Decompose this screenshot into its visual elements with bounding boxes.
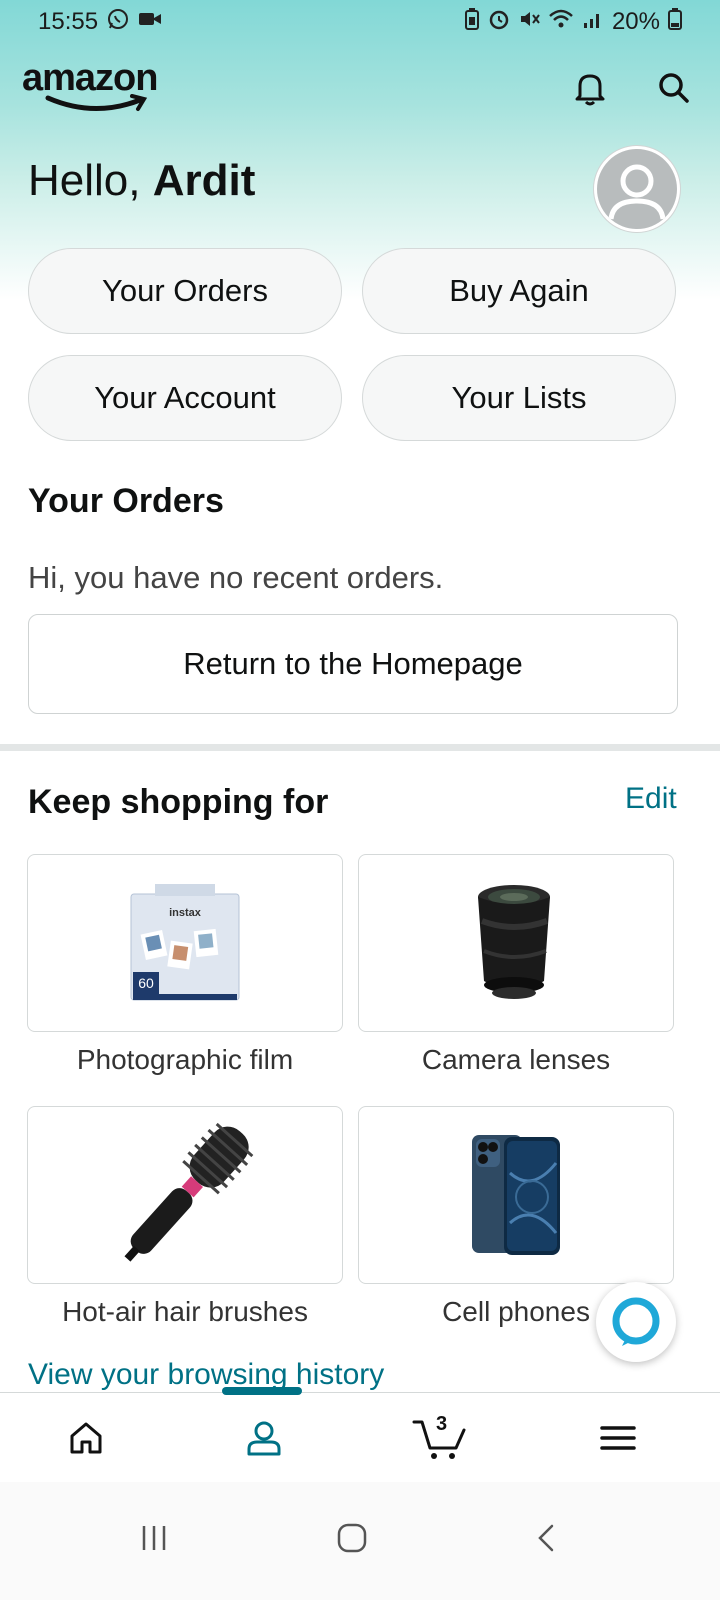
avatar[interactable] — [594, 146, 680, 232]
status-left: 15:55 — [38, 7, 162, 38]
back-icon[interactable] — [508, 1508, 588, 1568]
status-right: 20% — [464, 7, 682, 37]
alarm-icon — [488, 8, 510, 37]
product-card-hot-air-hair-brushes[interactable] — [27, 1106, 343, 1284]
user-silhouette-icon — [608, 164, 666, 220]
nav-home[interactable] — [26, 1393, 146, 1483]
product-card-cell-phones[interactable] — [358, 1106, 674, 1284]
amazon-logo[interactable]: amazon — [22, 58, 172, 118]
nav-menu[interactable] — [558, 1393, 678, 1483]
your-account-button[interactable]: Your Account — [28, 355, 342, 441]
orders-section-title: Your Orders — [28, 482, 224, 520]
battery-saver-icon — [464, 7, 480, 37]
nav-cart[interactable]: 3 — [380, 1393, 500, 1483]
recent-apps-icon[interactable] — [114, 1508, 194, 1568]
camera-lens-image — [478, 885, 550, 999]
logo-text: amazon — [22, 57, 158, 99]
hair-brush-image — [124, 1122, 254, 1262]
svg-text:60: 60 — [138, 975, 154, 991]
card-label-camera-lenses[interactable]: Camera lenses — [358, 1044, 674, 1076]
keep-shopping-title: Keep shopping for — [28, 783, 329, 821]
app-header: amazon — [0, 56, 720, 120]
menu-icon — [600, 1426, 636, 1450]
wifi-icon — [548, 8, 574, 37]
alexa-icon — [612, 1297, 660, 1346]
product-card-photographic-film[interactable]: instax 60 — [27, 854, 343, 1032]
battery-text: 20% — [611, 8, 660, 35]
edit-link[interactable]: Edit — [625, 782, 677, 816]
card-label-photographic-film[interactable]: Photographic film — [27, 1044, 343, 1076]
status-bar: 15:55 20% — [0, 0, 720, 44]
header-icons — [568, 66, 696, 110]
mute-icon — [518, 8, 540, 37]
no-orders-message: Hi, you have no recent orders. — [28, 560, 444, 595]
alexa-button[interactable] — [596, 1282, 676, 1362]
signal-icon — [582, 8, 604, 37]
system-navigation-bar — [0, 1482, 720, 1600]
home-icon — [70, 1422, 102, 1454]
home-system-icon[interactable] — [312, 1508, 392, 1568]
bottom-navigation: 3 — [0, 1387, 720, 1484]
card-label-hot-air-hair-brushes[interactable]: Hot-air hair brushes — [27, 1296, 343, 1328]
logo-smile-icon — [45, 94, 148, 111]
smartphone-image — [472, 1135, 560, 1255]
svg-text:instax: instax — [169, 907, 202, 919]
return-home-button[interactable]: Return to the Homepage — [28, 614, 678, 714]
buy-again-button[interactable]: Buy Again — [362, 248, 676, 334]
product-card-camera-lenses[interactable] — [358, 854, 674, 1032]
browsing-history-link[interactable]: View your browsing history — [28, 1358, 384, 1392]
bell-icon[interactable] — [568, 66, 612, 110]
battery-icon — [668, 7, 682, 37]
greeting-text: Hello, Ardit — [28, 156, 255, 206]
nav-account[interactable] — [204, 1393, 324, 1483]
search-icon[interactable] — [652, 66, 696, 110]
your-lists-button[interactable]: Your Lists — [362, 355, 676, 441]
your-orders-button[interactable]: Your Orders — [28, 248, 342, 334]
account-icon — [247, 1421, 281, 1456]
whatsapp-icon — [106, 7, 130, 38]
section-divider — [0, 744, 720, 751]
status-time: 15:55 — [38, 8, 99, 35]
greeting-name: Ardit — [152, 156, 256, 205]
greeting-prefix: Hello, — [28, 156, 153, 205]
instax-film-image: instax 60 — [130, 884, 240, 1001]
cart-count-badge: 3 — [436, 1413, 448, 1435]
video-icon — [138, 8, 162, 36]
